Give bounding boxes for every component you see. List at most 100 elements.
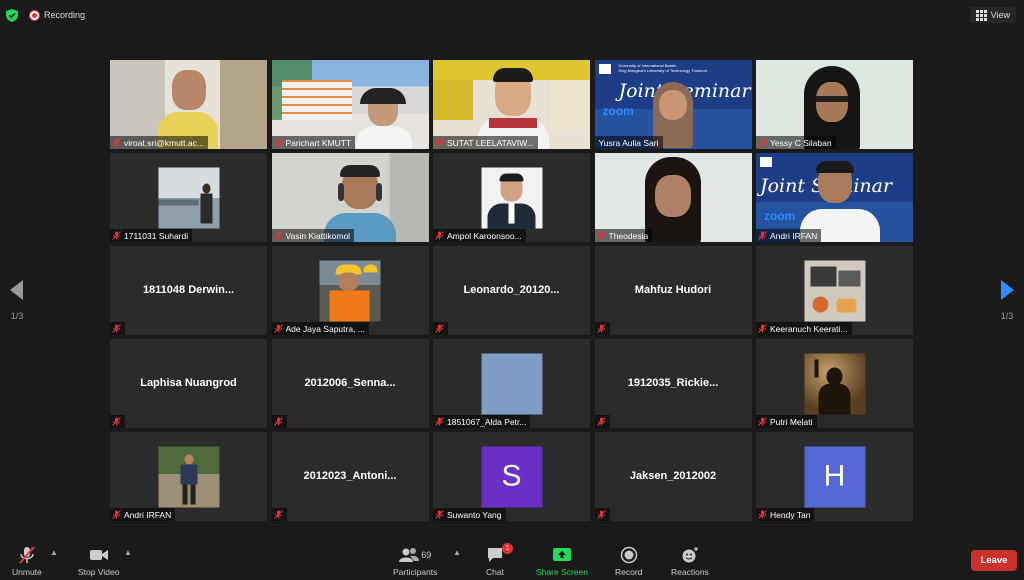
participants-button[interactable]: 69 Participants bbox=[393, 546, 437, 577]
page-count-left: 1/3 bbox=[10, 311, 24, 321]
profile-photo bbox=[158, 446, 219, 507]
mic-muted-icon bbox=[435, 138, 444, 147]
mic-muted-icon bbox=[273, 510, 283, 519]
profile-photo bbox=[804, 353, 865, 414]
participant-name-label: Putri Melati bbox=[756, 415, 817, 428]
mic-muted-icon bbox=[435, 417, 444, 426]
profile-photo bbox=[158, 167, 219, 228]
mic-muted-icon bbox=[435, 510, 444, 519]
participants-icon-group: 69 bbox=[399, 546, 431, 564]
record-button[interactable]: Record bbox=[615, 546, 642, 577]
avatar-letter: H bbox=[804, 446, 865, 507]
participant-name-label: Vasin Kiattikomol bbox=[271, 229, 355, 242]
participant-tile[interactable]: Jaksen_2012002 bbox=[594, 432, 752, 521]
participant-display-name: 1811048 Derwin... bbox=[142, 284, 235, 296]
previous-page-button[interactable]: 1/3 bbox=[8, 280, 26, 321]
record-icon bbox=[620, 546, 637, 564]
unmute-button[interactable]: Unmute bbox=[12, 546, 42, 577]
shield-icon[interactable] bbox=[6, 9, 18, 22]
mic-muted-icon bbox=[596, 510, 606, 519]
recording-indicator[interactable]: Recording bbox=[30, 10, 85, 20]
participant-tile[interactable]: Mahfuz Hudori bbox=[594, 246, 752, 335]
video-options-caret-icon[interactable]: ▲ bbox=[124, 548, 132, 557]
participant-tile[interactable]: Leonardo_20120... bbox=[433, 246, 590, 335]
participant-name-label: Yusra Aulia Sari bbox=[594, 136, 663, 149]
mic-muted-icon bbox=[758, 324, 767, 333]
participants-label: Participants bbox=[393, 567, 438, 577]
participant-name-label: Ampol Karoonsoo... bbox=[433, 229, 526, 242]
chat-label: Chat bbox=[486, 567, 504, 577]
participant-tile[interactable]: Putri Melati bbox=[756, 339, 913, 428]
share-screen-button[interactable]: Share Screen bbox=[536, 546, 588, 577]
meeting-toolbar: Unmute ▲ Stop Video ▲ 69 Participants ▲ bbox=[0, 542, 1024, 580]
participant-tile[interactable]: Andri IRFAN bbox=[110, 432, 267, 521]
chat-button[interactable]: 1 Chat bbox=[486, 543, 513, 577]
participant-tile[interactable]: Yessy C Silaban bbox=[756, 60, 913, 149]
participant-tile[interactable]: Vasin Kiattikomol bbox=[271, 153, 429, 242]
participant-tile[interactable]: 1811048 Derwin... bbox=[110, 246, 267, 335]
grid-icon bbox=[975, 9, 987, 21]
participant-display-name: Laphisa Nuangrod bbox=[140, 377, 237, 389]
arrow-right-icon bbox=[1001, 280, 1014, 300]
participant-name-label: 1851067_Alda Petr... bbox=[433, 415, 531, 428]
mic-muted-icon bbox=[112, 231, 121, 240]
mic-muted-icon bbox=[112, 417, 121, 426]
background-header-text: University of International Batam King M… bbox=[618, 63, 707, 73]
mic-muted-icon bbox=[758, 231, 767, 240]
participant-tile[interactable]: 2012023_Antoni... bbox=[271, 432, 429, 521]
participant-tile[interactable]: 1711031 Suhardi bbox=[110, 153, 267, 242]
view-button[interactable]: View bbox=[969, 7, 1016, 23]
participant-name: Parichart KMUTT bbox=[285, 137, 352, 148]
stop-video-button[interactable]: Stop Video bbox=[78, 546, 119, 577]
participant-tile[interactable]: Theodesia bbox=[594, 153, 752, 242]
mic-muted-icon bbox=[596, 231, 606, 240]
mic-muted-icon bbox=[758, 417, 767, 426]
participant-tile[interactable]: Keeranuch Keerati... bbox=[756, 246, 913, 335]
participant-name: Andri IRFAN bbox=[770, 230, 818, 241]
participant-tile[interactable]: Parichart KMUTT bbox=[271, 60, 429, 149]
participant-tile[interactable]: viroat.sri@kmutt.ac... bbox=[110, 60, 267, 149]
chat-unread-badge: 1 bbox=[502, 543, 513, 554]
leave-button[interactable]: Leave bbox=[971, 550, 1017, 571]
avatar-letter: S bbox=[481, 446, 542, 507]
unmute-label: Unmute bbox=[12, 567, 42, 577]
participant-name: Vasin Kiattikomol bbox=[285, 230, 351, 241]
mic-muted-icon bbox=[273, 417, 283, 426]
next-page-button[interactable]: 1/3 bbox=[998, 280, 1016, 321]
participant-tile[interactable]: H Hendy Tan bbox=[756, 432, 913, 521]
participant-tile[interactable]: 2012006_Senna... bbox=[271, 339, 429, 428]
participant-tile[interactable]: Ampol Karoonsoo... bbox=[433, 153, 590, 242]
participant-name: SUTAT LEELATAVIW... bbox=[447, 137, 534, 148]
participant-name: Hendy Tan bbox=[770, 509, 811, 520]
view-label: View bbox=[990, 10, 1010, 20]
participant-tile[interactable]: Ade Jaya Saputra, ... bbox=[271, 246, 429, 335]
participant-name-label bbox=[594, 322, 610, 335]
participant-tile-active-speaker[interactable]: University of International Batam King M… bbox=[594, 60, 752, 149]
participant-tile[interactable]: Laphisa Nuangrod bbox=[110, 339, 267, 428]
participant-name: Putri Melati bbox=[770, 416, 813, 427]
mic-muted-icon bbox=[758, 138, 767, 147]
participant-name-label bbox=[110, 415, 125, 428]
participant-tile[interactable]: S Suwanto Yang bbox=[433, 432, 590, 521]
record-label: Record bbox=[615, 567, 643, 577]
participants-options-caret-icon[interactable]: ▲ bbox=[453, 548, 461, 557]
participant-tile[interactable]: SUTAT LEELATAVIW... bbox=[433, 60, 590, 149]
participant-tile[interactable]: 1851067_Alda Petr... bbox=[433, 339, 590, 428]
participant-tile[interactable]: Joint Seminar zoom Andri IRFAN bbox=[756, 153, 913, 242]
participant-name: viroat.sri@kmutt.ac... bbox=[124, 137, 204, 148]
participant-name-label bbox=[271, 508, 287, 521]
participant-name-label bbox=[594, 508, 610, 521]
participant-tile[interactable]: 1912035_Rickie... bbox=[594, 339, 752, 428]
participant-name: 1711031 Suhardi bbox=[124, 230, 189, 241]
participant-name-label bbox=[433, 322, 448, 335]
participant-name-label: SUTAT LEELATAVIW... bbox=[433, 136, 538, 149]
participant-display-name: 2012023_Antoni... bbox=[303, 470, 397, 482]
audio-options-caret-icon[interactable]: ▲ bbox=[50, 548, 58, 557]
participant-name: Yusra Aulia Sari bbox=[598, 137, 659, 148]
participant-name: Theodesia bbox=[608, 230, 649, 241]
arrow-left-icon bbox=[10, 280, 23, 300]
reactions-button[interactable]: Reactions bbox=[671, 546, 709, 577]
zoom-meeting-window: Recording View 1/3 1/3 viroat.sri@kmutt.… bbox=[0, 0, 1024, 580]
mic-muted-icon bbox=[273, 138, 283, 147]
participant-name-label: Ade Jaya Saputra, ... bbox=[271, 322, 369, 335]
